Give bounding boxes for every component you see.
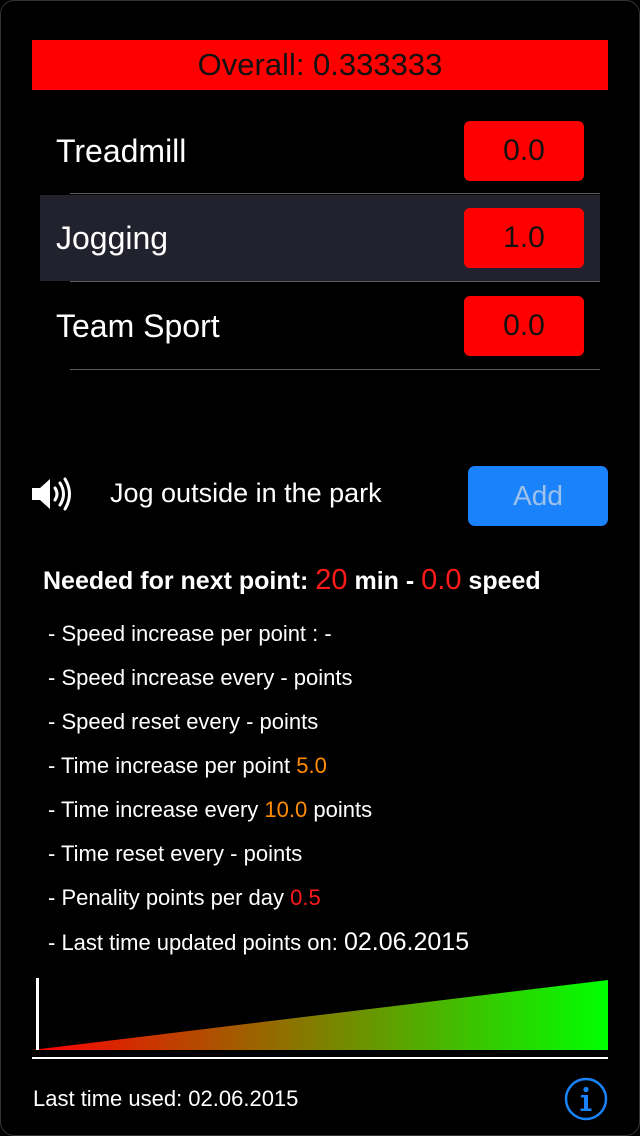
gauge-level-marker xyxy=(36,978,39,1050)
row-separator xyxy=(70,281,600,282)
overall-score-text: Overall: 0.333333 xyxy=(197,47,443,82)
row-separator xyxy=(70,193,600,194)
add-button-label: Add xyxy=(513,480,563,511)
activity-row-jogging[interactable]: Jogging 1.0 xyxy=(40,195,600,281)
activity-name: Team Sport xyxy=(56,307,220,344)
needed-label: Needed for next point: xyxy=(43,567,309,595)
rule-last-updated: - Last time updated points on: 02.06.201… xyxy=(48,928,470,956)
rule-speed-increase-per-point: - Speed increase per point : - xyxy=(48,621,332,646)
gauge-baseline xyxy=(32,1057,608,1059)
info-icon[interactable] xyxy=(564,1077,608,1121)
time-increase-value: 5.0 xyxy=(296,753,327,778)
activity-value-button[interactable]: 0.0 xyxy=(464,121,584,181)
activity-name: Treadmill xyxy=(56,132,187,169)
row-separator xyxy=(70,369,600,370)
speaker-icon[interactable] xyxy=(30,476,74,512)
rule-speed-reset-every: - Speed reset every - points xyxy=(48,709,319,734)
activity-value: 1.0 xyxy=(503,221,545,254)
activity-value: 0.0 xyxy=(503,134,545,167)
rule-penality-points: - Penality points per day 0.5 xyxy=(48,885,321,910)
needed-speed-label: speed xyxy=(468,567,541,595)
current-activity-label: Jog outside in the park xyxy=(110,478,382,508)
penality-value: 0.5 xyxy=(290,885,321,910)
rule-time-reset-every: - Time reset every - points xyxy=(48,841,303,866)
needed-min-label: min - xyxy=(354,567,415,595)
overall-score-banner: Overall: 0.333333 xyxy=(32,40,608,90)
last-used-label: Last time used: 02.06.2015 xyxy=(33,1086,299,1111)
add-button[interactable]: Add xyxy=(468,466,608,526)
needed-for-next-point: Needed for next point: 20 min - 0.0 spee… xyxy=(43,564,541,597)
activity-value-button[interactable]: 1.0 xyxy=(464,208,584,268)
needed-minutes: 20 xyxy=(315,564,348,596)
rules-list: - Speed increase per point : - - Speed i… xyxy=(48,618,469,970)
time-increase-every-value: 10.0 xyxy=(264,797,308,822)
gauge-ramp xyxy=(32,980,608,1050)
activity-value-button[interactable]: 0.0 xyxy=(464,296,584,356)
progress-gauge xyxy=(32,978,608,1050)
activity-value: 0.0 xyxy=(503,309,545,342)
last-updated-date: 02.06.2015 xyxy=(343,928,470,956)
rule-speed-increase-every: - Speed increase every - points xyxy=(48,665,353,690)
needed-speed: 0.0 xyxy=(421,564,462,596)
activity-name: Jogging xyxy=(56,219,169,256)
rule-time-increase-per-point: - Time increase per point 5.0 xyxy=(48,753,327,778)
activity-row-team-sport[interactable]: Team Sport 0.0 xyxy=(40,283,600,369)
activity-row-treadmill[interactable]: Treadmill 0.0 xyxy=(40,108,600,194)
rule-time-increase-every: - Time increase every 10.0 points xyxy=(48,797,373,822)
